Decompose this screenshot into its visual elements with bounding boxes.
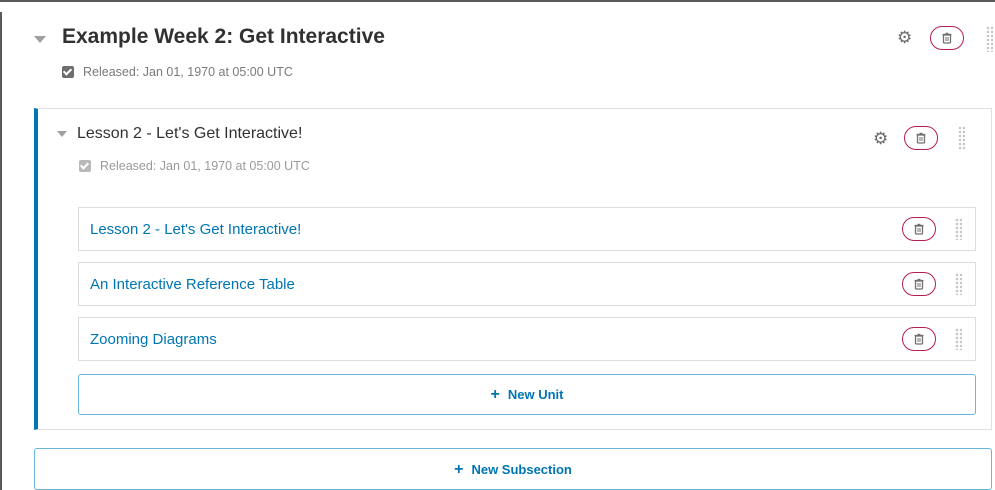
- drag-handle-icon[interactable]: [958, 126, 965, 150]
- drag-handle-icon[interactable]: [986, 26, 993, 52]
- plus-icon: +: [490, 386, 500, 403]
- drag-handle-icon[interactable]: [955, 273, 962, 295]
- unit-title-link[interactable]: An Interactive Reference Table: [90, 276, 295, 293]
- subsection-delete-button[interactable]: [904, 126, 938, 150]
- subsection-title[interactable]: Lesson 2 - Let's Get Interactive!: [77, 125, 302, 143]
- trash-icon: [942, 32, 952, 44]
- checkbox-icon: [62, 66, 74, 78]
- unit-row: Lesson 2 - Let's Get Interactive!: [78, 207, 976, 251]
- unit-delete-button[interactable]: [902, 272, 936, 296]
- drag-handle-icon[interactable]: [955, 328, 962, 350]
- gear-icon[interactable]: ⚙: [873, 131, 888, 148]
- new-subsection-button[interactable]: + New Subsection: [34, 448, 992, 490]
- unit-row: Zooming Diagrams: [78, 317, 976, 361]
- subsection: Lesson 2 - Let's Get Interactive! Releas…: [34, 108, 992, 430]
- trash-icon: [914, 223, 924, 235]
- checkbox-icon: [79, 160, 91, 172]
- unit-title-link[interactable]: Lesson 2 - Let's Get Interactive!: [90, 221, 301, 238]
- section-delete-button[interactable]: [930, 26, 964, 50]
- trash-icon: [914, 278, 924, 290]
- gear-icon[interactable]: ⚙: [897, 30, 912, 47]
- subsection-release-status: Released: Jan 01, 1970 at 05:00 UTC: [79, 159, 310, 173]
- caret-down-icon[interactable]: [34, 36, 46, 43]
- window-left-border: [0, 12, 12, 490]
- drag-handle-icon[interactable]: [955, 218, 962, 240]
- unit-delete-button[interactable]: [902, 217, 936, 241]
- section-header: Example Week 2: Get Interactive Released…: [12, 12, 995, 102]
- plus-icon: +: [454, 460, 464, 478]
- new-unit-button[interactable]: + New Unit: [78, 374, 976, 415]
- unit-row: An Interactive Reference Table: [78, 262, 976, 306]
- subsection-release-text: Released: Jan 01, 1970 at 05:00 UTC: [100, 159, 310, 173]
- window-top-border: [0, 0, 995, 12]
- section-release-status: Released: Jan 01, 1970 at 05:00 UTC: [62, 65, 293, 79]
- course-section: Example Week 2: Get Interactive Released…: [12, 12, 995, 490]
- trash-icon: [916, 132, 926, 144]
- unit-delete-button[interactable]: [902, 327, 936, 351]
- unit-title-link[interactable]: Zooming Diagrams: [90, 331, 217, 348]
- trash-icon: [914, 333, 924, 345]
- caret-down-icon[interactable]: [57, 131, 67, 137]
- section-title[interactable]: Example Week 2: Get Interactive: [62, 25, 385, 49]
- section-release-text: Released: Jan 01, 1970 at 05:00 UTC: [83, 65, 293, 79]
- new-unit-label: New Unit: [507, 387, 564, 402]
- new-subsection-label: New Subsection: [471, 461, 572, 477]
